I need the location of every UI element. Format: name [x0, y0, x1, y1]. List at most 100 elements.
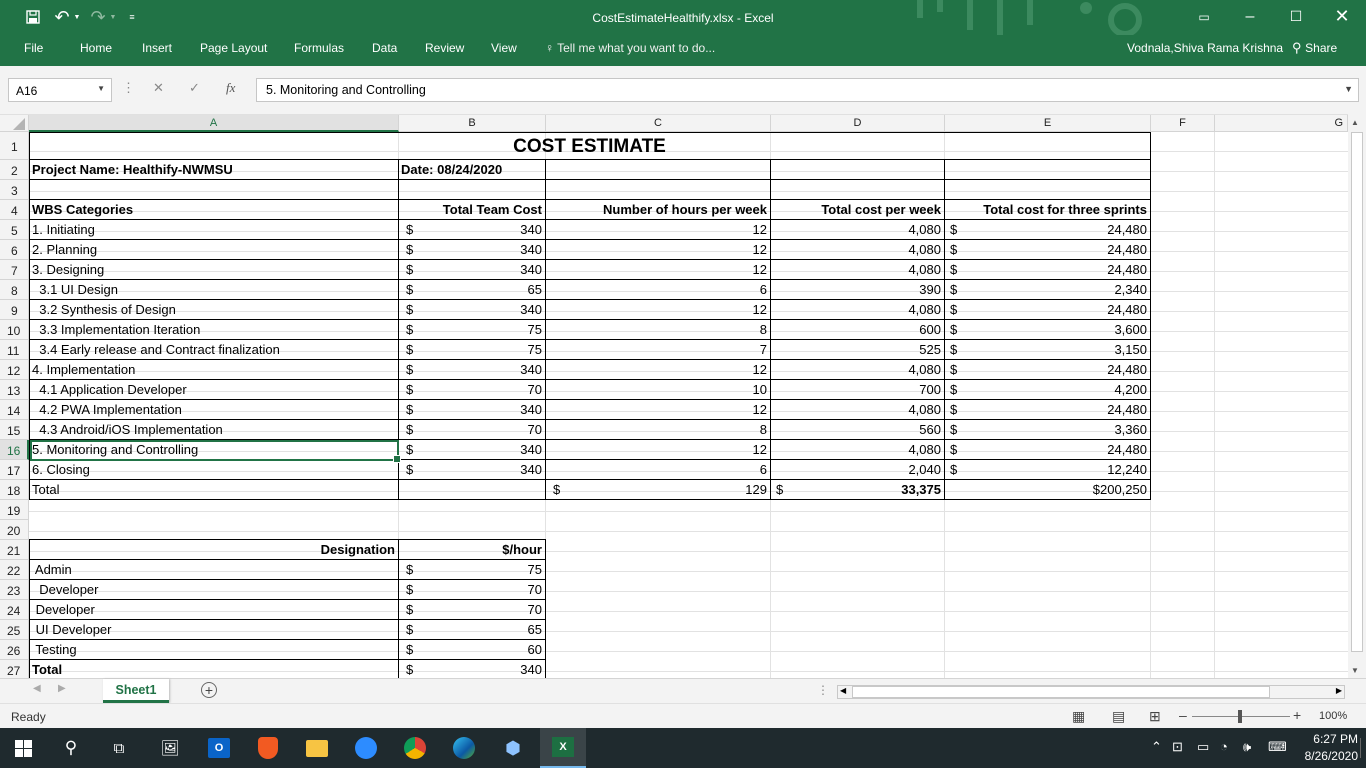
team-cost-cell[interactable]: 340	[398, 360, 545, 380]
name-box[interactable]: A16 ▼	[8, 78, 112, 102]
column-header-b[interactable]: B	[399, 115, 546, 132]
team-cost-cell[interactable]: 340	[398, 260, 545, 280]
sprints-cost-cell[interactable]: 24,480	[944, 240, 1150, 260]
user-name[interactable]: Vodnala,Shiva Rama Krishna	[1127, 41, 1283, 55]
row-header-23[interactable]: 23	[0, 580, 29, 600]
sprints-cost-cell[interactable]: 24,480	[944, 360, 1150, 380]
zoom-app-icon[interactable]	[343, 728, 389, 768]
weekly-cost-cell[interactable]: 2,040	[770, 460, 944, 480]
hours-cell[interactable]: 12	[545, 240, 770, 260]
row-header-3[interactable]: 3	[0, 180, 29, 200]
vertical-scroll-thumb[interactable]	[1351, 132, 1363, 652]
chevron-down-icon[interactable]: ▼	[97, 84, 105, 93]
row-header-16[interactable]: 16	[0, 440, 29, 460]
weekly-cost-cell[interactable]: 700	[770, 380, 944, 400]
battery-icon[interactable]: ▭	[1197, 739, 1209, 755]
scroll-sheets-right-icon[interactable]: ▶	[58, 683, 66, 694]
close-icon[interactable]: ✕	[1319, 0, 1365, 33]
rate-cell[interactable]: 75	[398, 560, 545, 580]
header-cell[interactable]: Total Team Cost	[398, 200, 545, 220]
team-cost-cell[interactable]: 75	[398, 340, 545, 360]
row-header-5[interactable]: 5	[0, 220, 29, 240]
row-header-2[interactable]: 2	[0, 160, 29, 180]
wbs-category-cell[interactable]: 3.4 Early release and Contract finalizat…	[29, 340, 398, 360]
total-weekly-cost-cell[interactable]: 33,375	[770, 480, 944, 500]
search-icon[interactable]: ⚲	[48, 728, 94, 768]
row-header-14[interactable]: 14	[0, 400, 29, 420]
rates-total-cell[interactable]: 340	[398, 660, 545, 678]
row-header-18[interactable]: 18	[0, 480, 29, 500]
photos-app-icon[interactable]: 🖼	[147, 728, 193, 768]
total-hours-cell[interactable]: 129	[545, 480, 770, 500]
wifi-icon[interactable]: ◔	[1220, 739, 1228, 754]
new-sheet-icon[interactable]: +	[201, 682, 217, 698]
weekly-cost-cell[interactable]: 525	[770, 340, 944, 360]
scroll-up-icon[interactable]: ▲	[1351, 118, 1359, 127]
wbs-category-cell[interactable]: 6. Closing	[29, 460, 398, 480]
tab-file[interactable]: File	[24, 41, 43, 55]
wbs-category-cell[interactable]: 3.2 Synthesis of Design	[29, 300, 398, 320]
tell-me-search[interactable]: ♀ Tell me what you want to do...	[545, 41, 715, 55]
designation-cell[interactable]: UI Developer	[29, 620, 398, 640]
minimize-icon[interactable]: –	[1227, 0, 1273, 33]
row-header-17[interactable]: 17	[0, 460, 29, 480]
keyboard-icon[interactable]: ⌨	[1268, 739, 1287, 755]
header-cell[interactable]: Number of hours per week	[545, 200, 770, 220]
cancel-icon[interactable]: ✕	[153, 80, 164, 96]
row-header-13[interactable]: 13	[0, 380, 29, 400]
team-cost-cell[interactable]: 75	[398, 320, 545, 340]
rate-cell[interactable]: 70	[398, 600, 545, 620]
hours-cell[interactable]: 12	[545, 360, 770, 380]
row-header-8[interactable]: 8	[0, 280, 29, 300]
hours-cell[interactable]: 8	[545, 320, 770, 340]
wbs-category-cell[interactable]: 3. Designing	[29, 260, 398, 280]
row-header-19[interactable]: 19	[0, 500, 29, 520]
header-cell[interactable]: WBS Categories	[29, 200, 398, 220]
column-header-a[interactable]: A	[29, 115, 399, 132]
hours-cell[interactable]: 12	[545, 260, 770, 280]
team-cost-cell[interactable]: 65	[398, 280, 545, 300]
expand-formula-bar-icon[interactable]: ▼	[1344, 84, 1353, 94]
hours-cell[interactable]: 10	[545, 380, 770, 400]
weekly-cost-cell[interactable]: 4,080	[770, 360, 944, 380]
row-header-12[interactable]: 12	[0, 360, 29, 380]
weekly-cost-cell[interactable]: 4,080	[770, 400, 944, 420]
network-tray-icon[interactable]: ⊡	[1172, 739, 1183, 755]
tab-data[interactable]: Data	[372, 41, 397, 55]
sprints-cost-cell[interactable]: 3,600	[944, 320, 1150, 340]
page-break-view-icon[interactable]: ⊞	[1149, 708, 1161, 725]
sprints-cost-cell[interactable]: 4,200	[944, 380, 1150, 400]
brave-browser-icon[interactable]	[245, 728, 291, 768]
sprints-cost-cell[interactable]: 12,240	[944, 460, 1150, 480]
team-cost-cell[interactable]: 340	[398, 440, 545, 460]
hours-cell[interactable]: 12	[545, 440, 770, 460]
rate-cell[interactable]: 70	[398, 580, 545, 600]
insert-function-icon[interactable]: fx	[226, 80, 235, 96]
row-header-21[interactable]: 21	[0, 540, 29, 560]
ribbon-display-options-icon[interactable]: ▭	[1181, 0, 1227, 33]
row-header-26[interactable]: 26	[0, 640, 29, 660]
hours-cell[interactable]: 12	[545, 400, 770, 420]
wbs-category-cell[interactable]: 4. Implementation	[29, 360, 398, 380]
sprints-cost-cell[interactable]: 24,480	[944, 400, 1150, 420]
windows-start-icon[interactable]	[0, 728, 46, 768]
total-label-cell[interactable]: Total	[29, 480, 398, 500]
row-header-24[interactable]: 24	[0, 600, 29, 620]
weekly-cost-cell[interactable]: 390	[770, 280, 944, 300]
horizontal-scroll-thumb[interactable]	[852, 686, 1270, 698]
rate-cell[interactable]: 65	[398, 620, 545, 640]
date-cell[interactable]: Date: 08/24/2020	[398, 160, 545, 180]
wbs-category-cell[interactable]: 3.1 UI Design	[29, 280, 398, 300]
normal-view-icon[interactable]: ▦	[1072, 708, 1085, 725]
weekly-cost-cell[interactable]: 4,080	[770, 260, 944, 280]
file-explorer-icon[interactable]	[294, 728, 340, 768]
scroll-right-icon[interactable]: ▶	[1336, 686, 1342, 695]
worksheet-grid[interactable]: COST ESTIMATE Project Name: Healthify-NW…	[29, 132, 1348, 678]
show-hidden-icons-icon[interactable]: ⌃	[1151, 739, 1162, 755]
designation-cell[interactable]: Developer	[29, 600, 398, 620]
row-header-4[interactable]: 4	[0, 200, 29, 220]
header-cell[interactable]: Total cost per week	[770, 200, 944, 220]
wbs-category-cell[interactable]: 3.3 Implementation Iteration	[29, 320, 398, 340]
sprints-cost-cell[interactable]: 24,480	[944, 300, 1150, 320]
designation-cell[interactable]: Testing	[29, 640, 398, 660]
